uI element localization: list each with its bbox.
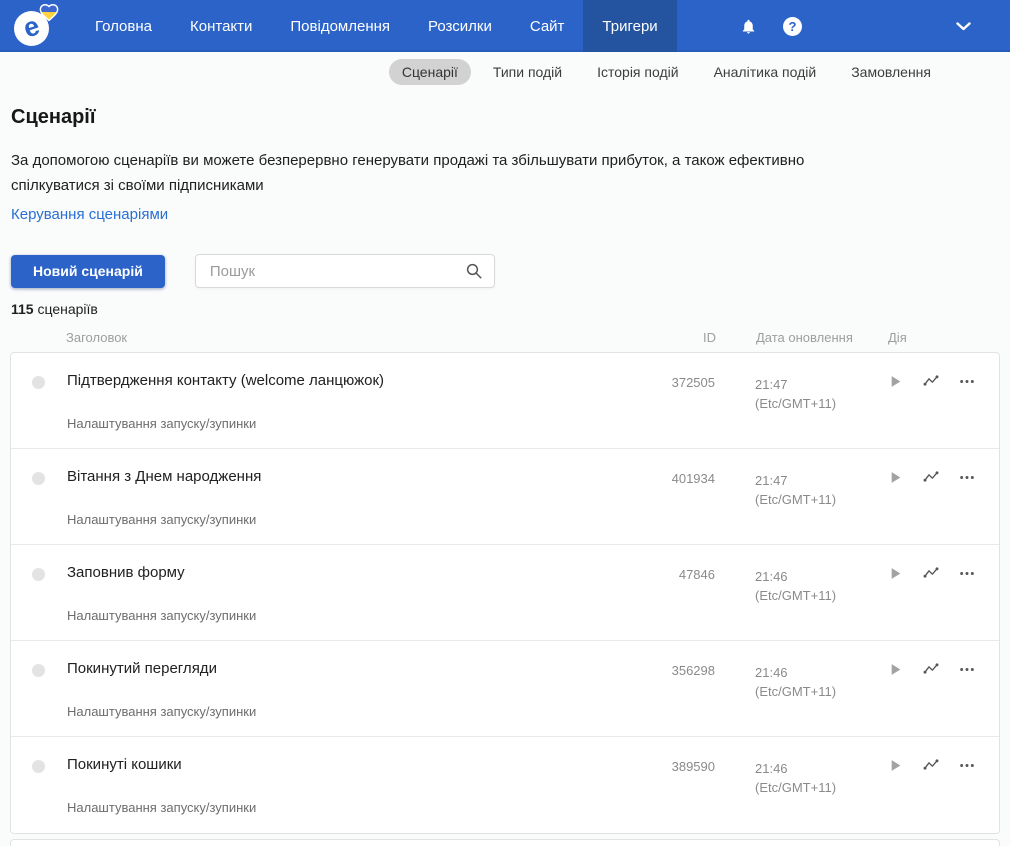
search-icon[interactable]	[465, 262, 483, 285]
scenario-title[interactable]: Покинуті кошики	[67, 756, 639, 773]
status-indicator	[32, 472, 45, 485]
status-indicator	[32, 664, 45, 677]
updated-time: 21:46	[755, 665, 788, 680]
scenario-row[interactable]: Підтвердження контакту (welcome ланцюжок…	[11, 353, 999, 449]
status-indicator	[32, 568, 45, 581]
subnav-tab-4[interactable]: Замовлення	[838, 59, 944, 85]
scenario-row[interactable]: Вітання з Днем народження Налаштування з…	[11, 449, 999, 545]
scenario-title[interactable]: Покинутий перегляди	[67, 660, 639, 677]
scenario-id: 47846	[678, 567, 715, 582]
scenario-updated: 21:46 (Etc/GMT+11)	[729, 663, 879, 701]
page-title: Сценарії	[11, 106, 96, 128]
scenario-row[interactable]: Заповнив форму Налаштування запуску/зупи…	[11, 545, 999, 641]
scenario-id: 389590	[671, 759, 715, 774]
notifications-bell-icon[interactable]	[740, 0, 757, 52]
header-updated: Дата оновлення	[756, 330, 853, 345]
updated-time: 21:46	[755, 761, 788, 776]
scenario-updated: 21:47 (Etc/GMT+11)	[729, 471, 879, 509]
play-icon[interactable]	[887, 661, 903, 678]
scenario-count-label: сценаріїв	[33, 301, 98, 317]
statistics-icon[interactable]	[923, 661, 939, 678]
scenario-title[interactable]: Вітання з Днем народження	[67, 468, 639, 485]
more-options-icon[interactable]	[959, 469, 975, 486]
nav-item-5[interactable]: Тригери	[583, 0, 677, 52]
toolbar: Новий сценарій	[10, 254, 1000, 288]
table-header: Заголовок ID Дата оновлення Дія	[10, 330, 1000, 345]
scenario-list: Підтвердження контакту (welcome ланцюжок…	[10, 352, 1000, 834]
page-description: За допомогою сценаріїв ви можете безпере…	[11, 152, 805, 194]
updated-timezone: (Etc/GMT+11)	[755, 396, 837, 411]
row-actions	[879, 565, 999, 582]
statistics-icon[interactable]	[923, 373, 939, 390]
scenario-updated: 21:46 (Etc/GMT+11)	[729, 567, 879, 605]
row-actions	[879, 469, 999, 486]
header-title: Заголовок	[66, 330, 128, 345]
run-stop-settings-link[interactable]: Налаштування запуску/зупинки	[67, 704, 639, 719]
header-id: ID	[703, 330, 716, 345]
more-options-icon[interactable]	[959, 661, 975, 678]
updated-timezone: (Etc/GMT+11)	[755, 780, 837, 795]
main-content: Сценарії За допомогою сценаріїв ви может…	[0, 106, 1010, 846]
scenario-title[interactable]: Заповнив форму	[67, 564, 639, 581]
more-options-icon[interactable]	[959, 565, 975, 582]
row-actions	[879, 373, 999, 390]
main-menu: Головна Контакти Повідомлення Розсилки Сайт Т…	[76, 0, 677, 52]
new-scenario-button[interactable]: Новий сценарій	[11, 254, 165, 288]
updated-timezone: (Etc/GMT+11)	[755, 684, 837, 699]
statistics-icon[interactable]	[923, 757, 939, 774]
scenario-count-value: 115	[11, 301, 34, 317]
row-actions	[879, 661, 999, 678]
account-chevron-down-icon[interactable]	[956, 0, 971, 52]
more-options-icon[interactable]	[959, 757, 975, 774]
nav-item-3[interactable]: Розсилки	[409, 0, 511, 52]
statistics-icon[interactable]	[923, 565, 939, 582]
search-box	[194, 254, 495, 288]
run-stop-settings-link[interactable]: Налаштування запуску/зупинки	[67, 608, 639, 623]
run-stop-settings-link[interactable]: Налаштування запуску/зупинки	[67, 416, 639, 431]
statistics-icon[interactable]	[923, 469, 939, 486]
scenario-id: 356298	[671, 663, 715, 678]
scenario-row[interactable]: Покинутий перегляди Налаштування запуску…	[11, 641, 999, 737]
subnav-tab-3[interactable]: Аналітика подій	[701, 59, 830, 85]
subnav-tab-0[interactable]: Сценарії	[388, 59, 471, 85]
help-question-glyph: ?	[783, 16, 802, 36]
play-icon[interactable]	[887, 757, 903, 774]
updated-time: 21:47	[755, 473, 788, 488]
updated-time: 21:47	[755, 377, 788, 392]
nav-item-1[interactable]: Контакти	[171, 0, 271, 52]
row-actions	[879, 757, 999, 774]
play-icon[interactable]	[887, 373, 903, 390]
scenario-title[interactable]: Підтвердження контакту (welcome ланцюжок…	[67, 372, 639, 389]
run-stop-settings-link[interactable]: Налаштування запуску/зупинки	[67, 800, 639, 815]
scenario-id: 372505	[671, 375, 715, 390]
run-stop-settings-link[interactable]: Налаштування запуску/зупинки	[67, 512, 639, 527]
help-icon[interactable]: ?	[783, 0, 802, 52]
scenario-row[interactable]: Покинуті кошики Налаштування запуску/зуп…	[11, 737, 999, 833]
next-card-edge	[10, 839, 1000, 846]
play-icon[interactable]	[887, 469, 903, 486]
updated-timezone: (Etc/GMT+11)	[755, 492, 837, 507]
scenario-id: 401934	[671, 471, 715, 486]
updated-timezone: (Etc/GMT+11)	[755, 588, 837, 603]
nav-item-2[interactable]: Повідомлення	[271, 0, 409, 52]
status-indicator	[32, 376, 45, 389]
scenario-count: 115 сценаріїв	[11, 301, 1000, 317]
scenario-updated: 21:46 (Etc/GMT+11)	[729, 759, 879, 797]
header-action: Дія	[888, 330, 907, 345]
updated-time: 21:46	[755, 569, 788, 584]
more-options-icon[interactable]	[959, 373, 975, 390]
status-indicator	[32, 760, 45, 773]
top-navigation: e Головна Контакти Повідомлення Розсилки Сай…	[0, 0, 1010, 52]
subnav-tab-1[interactable]: Типи подій	[480, 59, 575, 85]
play-icon[interactable]	[887, 565, 903, 582]
subnav-tab-2[interactable]: Історія подій	[584, 59, 691, 85]
triggers-subnav: Сценарії Типи подій Історія подій Аналітика…	[0, 52, 1010, 92]
nav-item-0[interactable]: Головна	[76, 0, 171, 52]
ukraine-heart-icon	[39, 3, 59, 22]
nav-item-4[interactable]: Сайт	[511, 0, 584, 52]
scenario-updated: 21:47 (Etc/GMT+11)	[729, 375, 879, 413]
sendpulse-logo[interactable]: e	[10, 0, 62, 52]
manage-scenarios-link[interactable]: Керування сценаріями	[11, 206, 168, 223]
search-input[interactable]	[194, 254, 495, 288]
